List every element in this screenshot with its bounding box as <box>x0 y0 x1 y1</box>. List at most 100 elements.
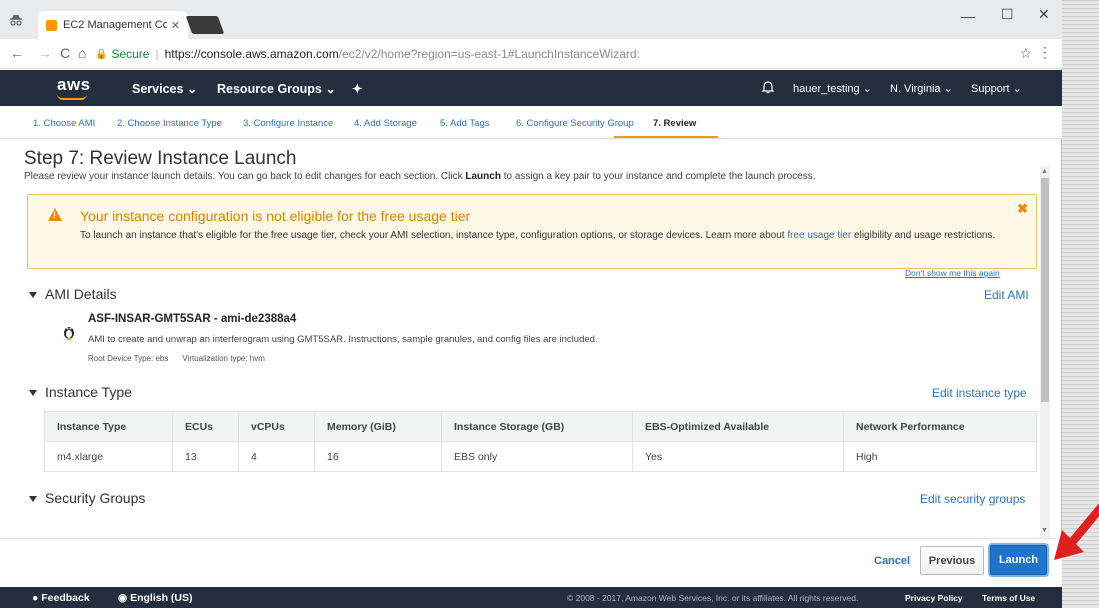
close-window-icon[interactable]: ✕ <box>1038 6 1050 23</box>
edit-instance-type-link[interactable]: Edit instance type <box>932 386 1027 400</box>
terms-of-use-link[interactable]: Terms of Use <box>982 593 1035 603</box>
free-tier-warning: ! Your instance configuration is not eli… <box>27 194 1037 269</box>
lock-icon: 🔒 <box>95 48 108 60</box>
root-device-type: Root Device Type: ebs <box>88 354 169 363</box>
aws-footer: ● Feedback ◉ English (US) © 2008 - 2017,… <box>0 587 1062 608</box>
table-cell: 16 <box>314 441 442 472</box>
table-cell: 13 <box>172 441 239 472</box>
region-menu[interactable]: N. Virginia ⌄ <box>890 82 953 95</box>
column-header: vCPUs <box>238 411 315 442</box>
close-warning-icon[interactable]: ✖ <box>1017 201 1028 217</box>
aws-favicon-icon <box>46 19 57 31</box>
bell-icon[interactable] <box>761 80 775 97</box>
step-review[interactable]: 7. Review <box>653 118 696 129</box>
wizard-steps: 1. Choose AMI 2. Choose Instance Type 3.… <box>0 106 1062 139</box>
browser-tab[interactable]: EC2 Management Conso ✕ <box>38 11 188 39</box>
table-cell: 4 <box>238 441 315 472</box>
step-configure-instance[interactable]: 3. Configure Instance <box>243 118 333 129</box>
secure-label: Secure <box>111 47 150 61</box>
aws-logo[interactable]: aws <box>57 75 91 95</box>
url-host: https://console.aws.amazon.com <box>164 47 339 61</box>
ami-meta: Root Device Type: ebs Virtualization type… <box>88 354 279 363</box>
edit-security-groups-link[interactable]: Edit security groups <box>920 492 1025 506</box>
step-choose-instance-type[interactable]: 2. Choose Instance Type <box>117 118 222 129</box>
forward-arrow-icon[interactable]: → <box>38 45 52 61</box>
collapse-triangle-icon <box>29 496 37 503</box>
step-configure-security-group[interactable]: 6. Configure Security Group <box>516 118 634 129</box>
globe-icon: ◉ <box>118 592 128 604</box>
table-row: m4.xlarge 13 4 16 EBS only Yes High <box>44 441 1037 472</box>
main-content: Step 7: Review Instance Launch Please re… <box>0 140 1040 538</box>
active-step-underline <box>614 136 718 138</box>
column-header: Network Performance <box>843 411 1037 442</box>
instance-type-header[interactable]: Instance Type <box>29 384 132 400</box>
virtualization-type: Virtualization type: hvm <box>182 354 265 363</box>
scroll-up-icon[interactable]: ▲ <box>1041 168 1048 175</box>
step-add-tags[interactable]: 5. Add Tags <box>440 118 489 129</box>
speech-bubble-icon: ● <box>32 592 39 604</box>
column-header: Instance Type <box>44 411 173 442</box>
edit-ami-link[interactable]: Edit AMI <box>984 288 1029 302</box>
table-header-row: Instance Type ECUs vCPUs Memory (GiB) In… <box>44 411 1037 442</box>
user-menu[interactable]: hauer_testing ⌄ <box>793 82 872 95</box>
scrollbar-thumb[interactable] <box>1041 178 1049 402</box>
ami-name: ASF-INSAR-GMT5SAR - ami-de2388a4 <box>88 313 297 325</box>
column-header: Instance Storage (GB) <box>441 411 633 442</box>
feedback-link[interactable]: ● Feedback <box>32 592 90 604</box>
tab-bar: EC2 Management Conso ✕ — ☐ ✕ <box>0 0 1062 39</box>
collapse-triangle-icon <box>29 292 37 299</box>
page-subtitle: Please review your instance launch detai… <box>24 171 816 182</box>
minimize-icon[interactable]: — <box>961 8 975 24</box>
url-separator: | <box>155 47 159 61</box>
table-cell: m4.xlarge <box>44 441 173 472</box>
free-usage-tier-link[interactable]: free usage tier <box>787 230 851 241</box>
column-header: EBS-Optimized Available <box>632 411 844 442</box>
column-header: Memory (GiB) <box>314 411 442 442</box>
maximize-icon[interactable]: ☐ <box>1001 6 1014 23</box>
menu-dots-icon[interactable]: ⋮ <box>1038 44 1052 61</box>
warning-body: To launch an instance that's eligible fo… <box>80 230 996 241</box>
home-icon[interactable]: ⌂ <box>78 45 86 61</box>
resource-groups-menu[interactable]: Resource Groups ⌄ <box>217 81 336 96</box>
action-bar: Cancel Previous Launch <box>0 538 1062 587</box>
page-title: Step 7: Review Instance Launch <box>24 148 297 169</box>
step-choose-ami[interactable]: 1. Choose AMI <box>33 118 95 129</box>
privacy-policy-link[interactable]: Privacy Policy <box>905 593 963 603</box>
address-bar-row: ← → C ⌂ 🔒 Secure | https://console.aws.a… <box>0 39 1062 69</box>
instance-type-table: Instance Type ECUs vCPUs Memory (GiB) In… <box>44 411 1037 472</box>
dont-show-again-link[interactable]: Don't show me this again <box>905 268 1000 278</box>
screenshot: EC2 Management Conso ✕ — ☐ ✕ ← → C ⌂ 🔒 S… <box>0 0 1099 608</box>
copyright-text: © 2008 - 2017, Amazon Web Services, Inc.… <box>567 593 859 603</box>
url-path: /ec2/v2/home?region=us-east-1#LaunchInst… <box>338 47 640 61</box>
reload-icon[interactable]: C <box>60 45 70 61</box>
launch-button[interactable]: Launch <box>990 545 1047 575</box>
bookmark-star-icon[interactable]: ☆ <box>1019 45 1032 62</box>
aws-navbar: aws Services ⌄ Resource Groups ⌄ ✦ hauer… <box>0 70 1062 106</box>
cancel-button[interactable]: Cancel <box>874 555 910 567</box>
aws-logo-smile-icon <box>57 94 87 100</box>
previous-button[interactable]: Previous <box>920 546 984 575</box>
table-cell: High <box>843 441 1037 472</box>
security-groups-header[interactable]: Security Groups <box>29 490 145 506</box>
incognito-icon <box>8 12 24 28</box>
step-add-storage[interactable]: 4. Add Storage <box>354 118 417 129</box>
table-cell: EBS only <box>441 441 633 472</box>
new-tab-button[interactable] <box>185 16 225 34</box>
red-annotation-arrow-icon <box>1054 503 1099 560</box>
browser-window: EC2 Management Conso ✕ — ☐ ✕ ← → C ⌂ 🔒 S… <box>0 0 1062 608</box>
warning-icon: ! <box>48 208 62 221</box>
tab-title: EC2 Management Conso <box>63 19 167 31</box>
table-cell: Yes <box>632 441 844 472</box>
close-tab-icon[interactable]: ✕ <box>171 19 180 32</box>
support-menu[interactable]: Support ⌄ <box>971 82 1022 95</box>
services-menu[interactable]: Services ⌄ <box>132 81 197 96</box>
back-arrow-icon[interactable]: ← <box>10 45 24 61</box>
pin-icon[interactable]: ✦ <box>352 81 362 96</box>
language-selector[interactable]: ◉ English (US) <box>118 592 193 604</box>
ami-details-header[interactable]: AMI Details <box>29 286 117 302</box>
scroll-down-icon[interactable]: ▼ <box>1041 527 1048 534</box>
ami-description: AMI to create and unwrap an interferogra… <box>88 334 598 345</box>
linux-penguin-icon <box>62 324 76 343</box>
url-field[interactable]: 🔒 Secure | https://console.aws.amazon.co… <box>95 43 1040 65</box>
warning-title: Your instance configuration is not eligi… <box>80 208 471 224</box>
